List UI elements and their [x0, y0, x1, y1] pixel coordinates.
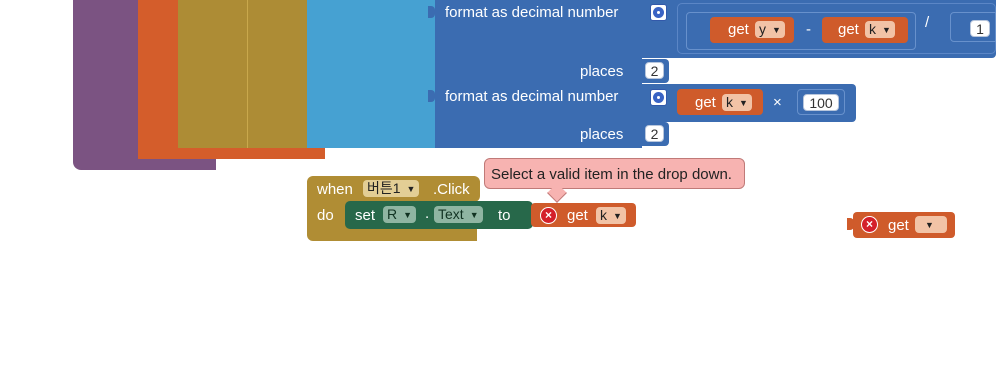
number-field-100[interactable]: 100 — [803, 94, 839, 111]
dropdown-value: y — [759, 21, 766, 37]
event-name: .Click — [433, 181, 470, 198]
places-field-1[interactable]: 2 — [645, 62, 664, 79]
get-label: get — [838, 21, 859, 38]
dropdown-value: Text — [438, 206, 464, 222]
dropdown-arrow-icon: ▼ — [925, 219, 934, 230]
mutator-gear-icon[interactable] — [650, 89, 667, 106]
component-dropdown[interactable]: 버튼1 ▼ — [363, 180, 420, 197]
dropdown-value: k — [726, 94, 733, 110]
dropdown-arrow-icon: ▼ — [469, 209, 479, 220]
number-field-1[interactable]: 1 — [970, 20, 990, 37]
format-decimal-label-2: format as decimal number — [445, 88, 619, 105]
minus-operator[interactable]: - — [806, 22, 811, 37]
variable-dropdown-k[interactable]: k ▼ — [722, 94, 752, 111]
mutator-gear-icon[interactable] — [650, 4, 667, 21]
tooltip-text: Select a valid item in the drop down. — [491, 166, 732, 183]
dropdown-arrow-icon: ▼ — [406, 183, 416, 194]
dropdown-arrow-icon: ▼ — [772, 24, 781, 35]
multiply-operator[interactable]: × — [773, 95, 782, 110]
places-field-2[interactable]: 2 — [645, 125, 664, 142]
variable-dropdown-k[interactable]: k ▼ — [865, 21, 895, 38]
when-label: when — [317, 181, 353, 198]
olive-block-1[interactable] — [178, 0, 248, 148]
input-notch — [428, 90, 435, 102]
get-label: get — [888, 217, 909, 234]
set-component-dropdown[interactable]: R ▼ — [383, 206, 417, 223]
dropdown-arrow-icon: ▼ — [882, 24, 891, 35]
get-label: get — [728, 21, 749, 38]
dropdown-value: k — [600, 207, 607, 223]
dropdown-arrow-icon: ▼ — [403, 209, 413, 220]
get-label: get — [567, 207, 588, 224]
event-header-extension[interactable] — [470, 176, 480, 202]
property-dropdown[interactable]: Text ▼ — [434, 206, 483, 223]
places-label-2: places — [580, 126, 624, 143]
variable-dropdown-k[interactable]: k ▼ — [596, 207, 626, 224]
error-icon[interactable]: × — [861, 216, 878, 233]
variable-dropdown-y[interactable]: y ▼ — [755, 21, 785, 38]
dropdown-value: R — [387, 206, 398, 222]
error-icon[interactable]: × — [540, 207, 557, 224]
empty-variable-dropdown[interactable]: ▼ — [915, 216, 947, 233]
light-blue-block[interactable] — [307, 0, 437, 148]
input-notch — [428, 6, 435, 18]
format-decimal-label-1: format as decimal number — [445, 4, 619, 21]
olive-block-2[interactable] — [248, 0, 308, 148]
dropdown-value: 버튼1 — [367, 180, 401, 196]
dropdown-arrow-icon: ▼ — [613, 210, 622, 221]
output-notch — [847, 218, 854, 230]
dropdown-value: k — [869, 21, 876, 37]
do-label: do — [317, 207, 334, 224]
to-label: to — [498, 207, 511, 224]
dropdown-arrow-icon: ▼ — [739, 97, 748, 108]
dot-separator: . — [425, 205, 430, 222]
divide-operator[interactable]: / — [925, 15, 929, 30]
places-label-1: places — [580, 63, 624, 80]
get-label: get — [695, 94, 716, 111]
set-label: set — [355, 207, 376, 224]
